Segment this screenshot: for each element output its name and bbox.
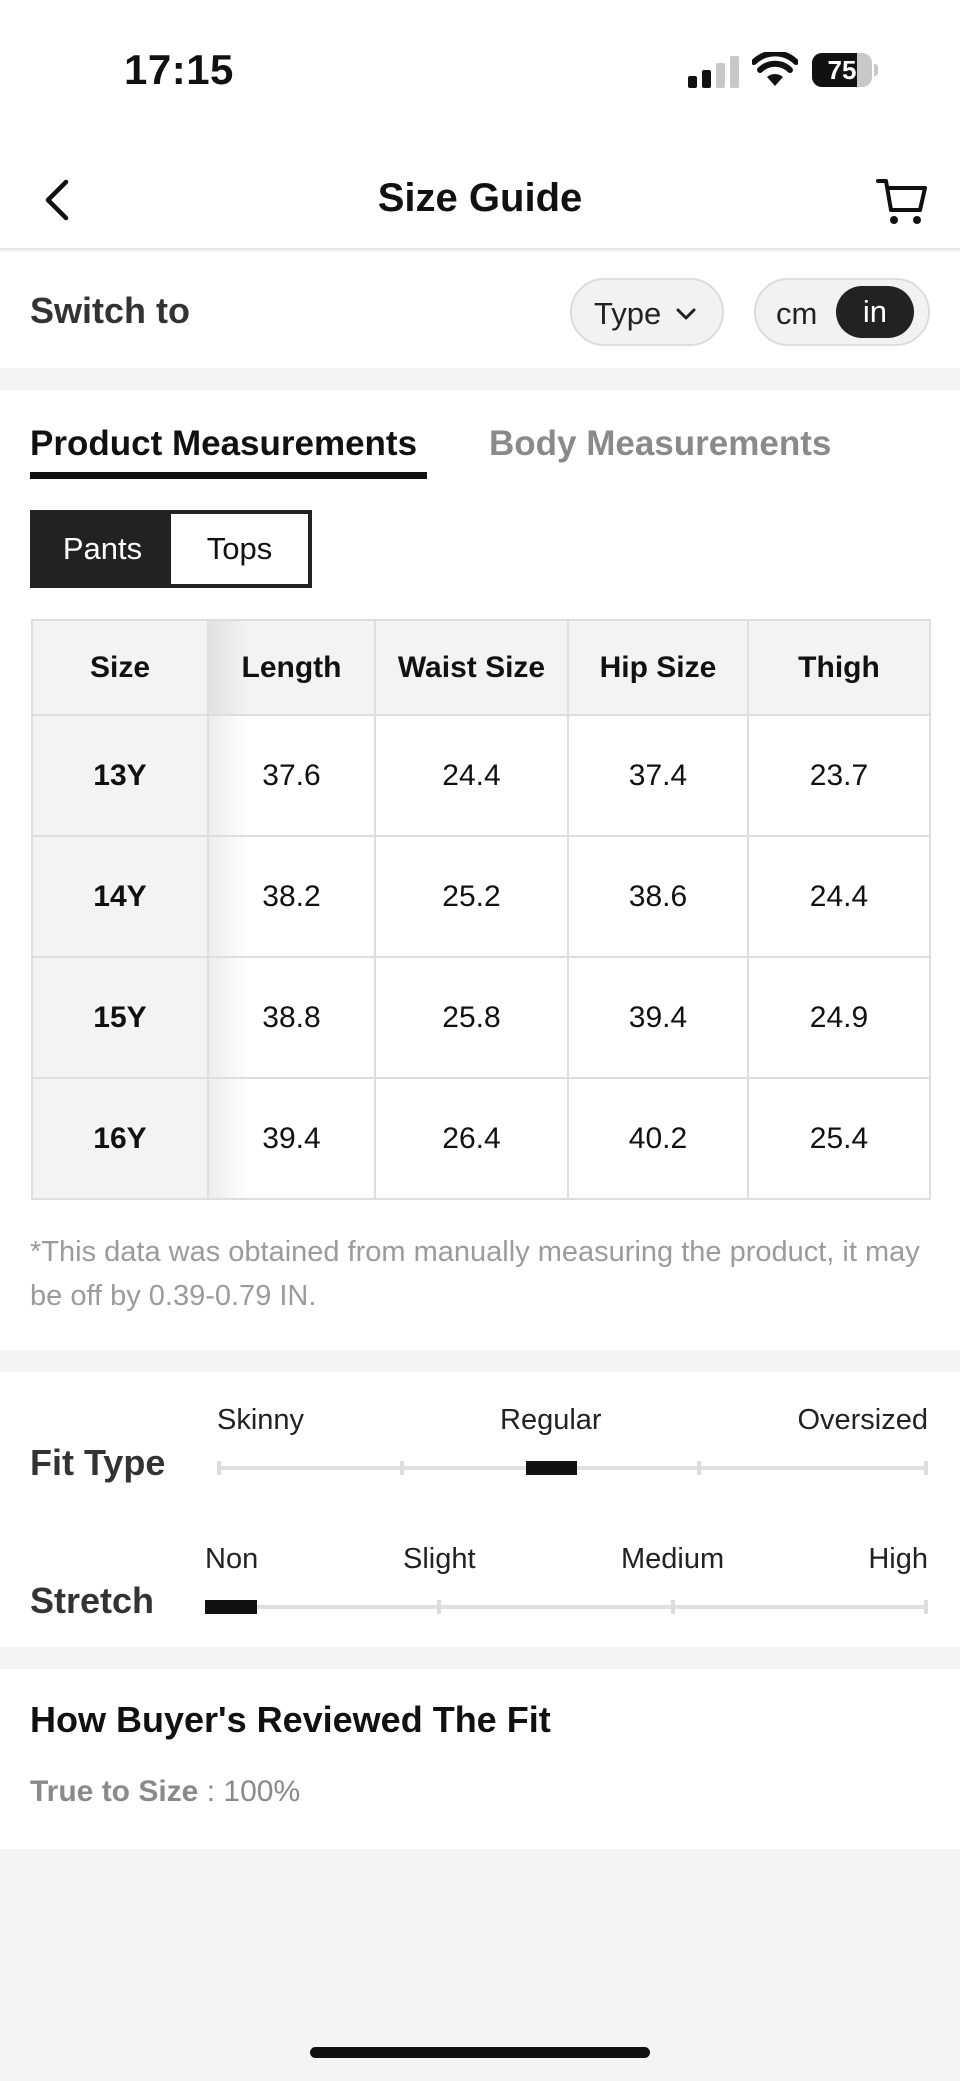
page-title: Size Guide xyxy=(377,176,583,220)
fit-level-label: Skinny xyxy=(217,1404,305,1436)
fit-card: Fit Type Skinny Regular Oversized Stretc… xyxy=(0,1372,960,1647)
column-header: Length xyxy=(207,619,376,716)
true-to-size-value: : 100% xyxy=(206,1775,301,1808)
measurement-note: *This data was obtained from manually me… xyxy=(30,1236,920,1312)
table-cell: 25.8 xyxy=(374,956,569,1079)
fit-type-tick xyxy=(217,1461,221,1475)
fit-type-label: Fit Type xyxy=(30,1442,166,1483)
reviews-title: How Buyer's Reviewed The Fit xyxy=(30,1699,551,1740)
stretch-marker xyxy=(205,1600,257,1614)
stretch-level-label: Non xyxy=(205,1543,259,1575)
table-cell: 24.4 xyxy=(374,714,569,837)
cellular-signal-icon xyxy=(688,56,739,88)
category-segmented-control: Pants Tops xyxy=(30,510,312,588)
fit-level-label: Regular xyxy=(500,1404,602,1436)
stretch-level-label: Medium xyxy=(621,1543,725,1575)
unit-in-option[interactable]: in xyxy=(836,286,914,338)
tab-product-measurements[interactable]: Product Measurements xyxy=(30,424,417,464)
stretch-tick xyxy=(437,1600,441,1614)
segment-pants[interactable]: Pants xyxy=(34,514,171,584)
size-cell: 13Y xyxy=(31,714,209,837)
unit-cm-option[interactable]: cm xyxy=(776,296,817,332)
cart-icon[interactable] xyxy=(874,172,930,228)
status-time: 17:15 xyxy=(124,46,234,93)
table-cell: 38.2 xyxy=(207,835,376,958)
battery-level: 75 xyxy=(827,55,857,85)
switch-to-label: Switch to xyxy=(30,290,190,331)
table-cell: 38.6 xyxy=(567,835,749,958)
size-cell: 16Y xyxy=(31,1077,209,1200)
column-header: Hip Size xyxy=(567,619,749,716)
table-cell: 26.4 xyxy=(374,1077,569,1200)
column-header: Thigh xyxy=(747,619,931,716)
table-cell: 25.4 xyxy=(747,1077,931,1200)
battery-icon: 75 xyxy=(812,53,878,87)
stretch-level-label: Slight xyxy=(403,1543,476,1575)
fit-type-tick xyxy=(400,1461,404,1475)
fit-type-marker xyxy=(526,1461,577,1475)
column-header: Size xyxy=(31,619,209,716)
measurements-card: Product Measurements Body Measurements P… xyxy=(0,390,960,1350)
segment-tops[interactable]: Tops xyxy=(171,514,308,584)
table-cell: 40.2 xyxy=(567,1077,749,1200)
wifi-icon xyxy=(752,52,798,86)
table-row: 13Y 37.6 24.4 37.4 23.7 xyxy=(31,714,931,837)
type-dropdown[interactable]: Type xyxy=(570,278,724,346)
table-row: 14Y 38.2 25.2 38.6 24.4 xyxy=(31,835,931,958)
tab-body-measurements[interactable]: Body Measurements xyxy=(489,424,831,464)
stretch-tick xyxy=(924,1600,928,1614)
home-indicator xyxy=(310,2047,650,2058)
table-cell: 37.6 xyxy=(207,714,376,837)
active-tab-indicator xyxy=(30,472,427,479)
table-header-row: Size Length Waist Size Hip Size Thigh xyxy=(31,619,931,716)
table-cell: 39.4 xyxy=(207,1077,376,1200)
size-table: Size Length Waist Size Hip Size Thigh 13… xyxy=(31,619,931,1200)
reviews-card: How Buyer's Reviewed The Fit True to Siz… xyxy=(0,1669,960,1849)
table-cell: 24.4 xyxy=(747,835,931,958)
chevron-down-icon xyxy=(676,308,696,320)
header: Size Guide xyxy=(0,150,960,250)
table-cell: 23.7 xyxy=(747,714,931,837)
type-dropdown-label: Type xyxy=(594,296,662,331)
table-row: 15Y 38.8 25.8 39.4 24.9 xyxy=(31,956,931,1079)
stretch-level-label: High xyxy=(868,1543,928,1575)
stretch-label: Stretch xyxy=(30,1580,155,1621)
status-bar: 17:15 75 xyxy=(0,0,960,150)
switch-row: Switch to Type cm in xyxy=(0,252,960,368)
fit-level-label: Oversized xyxy=(797,1404,928,1436)
table-cell: 37.4 xyxy=(567,714,749,837)
stretch-track xyxy=(205,1605,928,1609)
size-cell: 14Y xyxy=(31,835,209,958)
table-cell: 25.2 xyxy=(374,835,569,958)
table-cell: 39.4 xyxy=(567,956,749,1079)
table-cell: 38.8 xyxy=(207,956,376,1079)
size-cell: 15Y xyxy=(31,956,209,1079)
fit-type-tick xyxy=(924,1461,928,1475)
true-to-size-line: True to Size : 100% xyxy=(30,1775,300,1809)
fit-type-tick xyxy=(697,1461,701,1475)
table-row: 16Y 39.4 26.4 40.2 25.4 xyxy=(31,1077,931,1200)
table-cell: 24.9 xyxy=(747,956,931,1079)
unit-toggle[interactable]: cm in xyxy=(754,278,930,346)
column-header: Waist Size xyxy=(374,619,569,716)
true-to-size-label: True to Size xyxy=(30,1775,199,1808)
stretch-tick xyxy=(671,1600,675,1614)
